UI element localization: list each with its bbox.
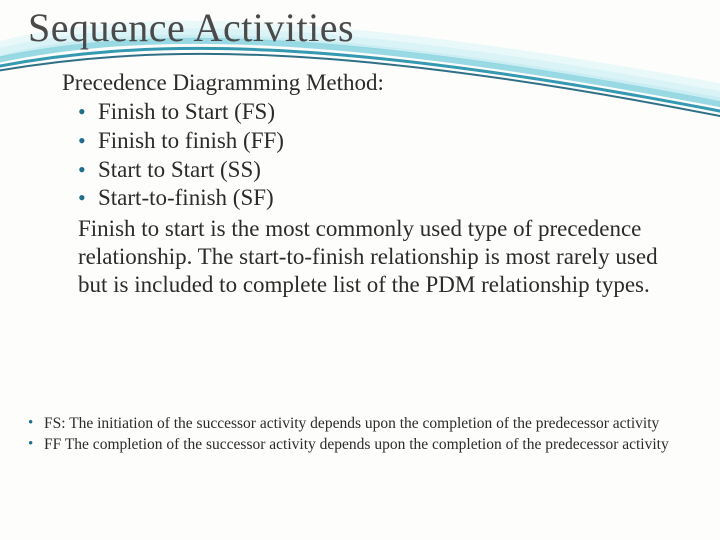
slide: Sequence Activities Precedence Diagrammi…	[0, 0, 720, 540]
list-item: Finish to Start (FS)	[78, 98, 686, 127]
list-item: Finish to finish (FF)	[78, 127, 686, 156]
paragraph: Finish to start is the most commonly use…	[62, 215, 686, 299]
slide-title: Sequence Activities	[28, 4, 354, 51]
slide-body: Precedence Diagramming Method: Finish to…	[62, 70, 686, 299]
subtitle: Precedence Diagramming Method:	[62, 70, 686, 96]
list-item: Start to Start (SS)	[78, 156, 686, 185]
footnote-item: FF The completion of the successor activ…	[26, 435, 686, 454]
main-list: Finish to Start (FS) Finish to finish (F…	[78, 98, 686, 213]
footnote-item: FS: The initiation of the successor acti…	[26, 414, 686, 433]
list-item: Start-to-finish (SF)	[78, 184, 686, 213]
footnotes: FS: The initiation of the successor acti…	[26, 414, 686, 457]
